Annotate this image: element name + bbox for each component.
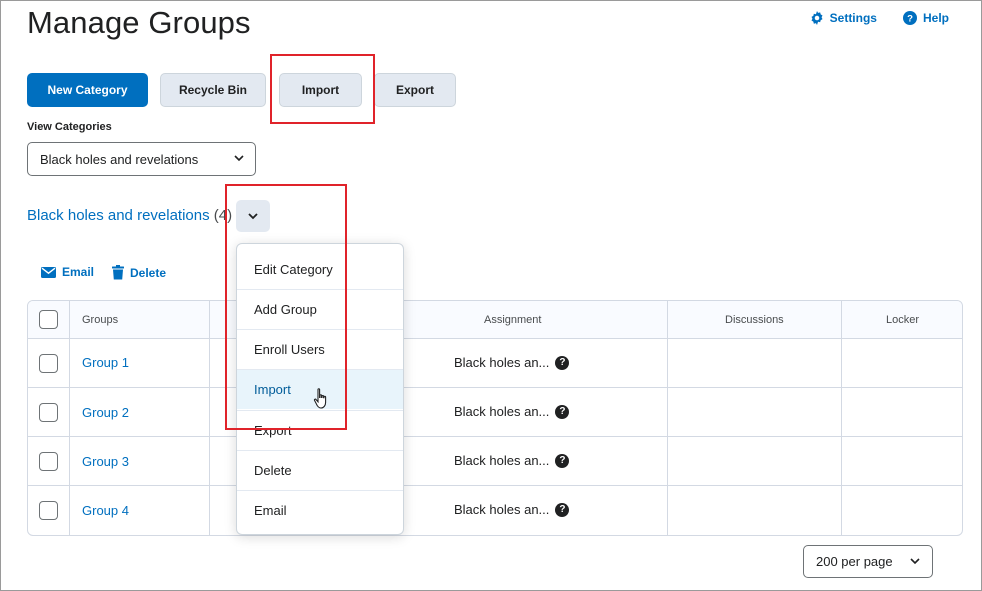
import-button[interactable]: Import [279,73,362,107]
column-header-assignment[interactable]: Assignment [484,301,541,339]
category-count: (4) [213,207,233,224]
category-heading[interactable]: Black holes and revelations (4) [27,207,232,224]
row-checkbox[interactable] [39,452,58,471]
select-all-checkbox[interactable] [39,310,58,329]
column-header-locker[interactable]: Locker [886,301,919,339]
chevron-down-icon [248,212,258,219]
view-categories-select[interactable]: Black holes and revelations [27,142,256,176]
assignment-cell: Black holes an... ? [454,355,570,370]
group-link[interactable]: Group 4 [82,503,129,518]
page-title: Manage Groups [27,5,251,40]
assignment-name: Black holes an... [454,404,550,419]
row-checkbox[interactable] [39,403,58,422]
assignment-cell: Black holes an... ? [454,502,570,517]
export-button[interactable]: Export [374,73,456,107]
table-row: Group 4 Black holes an... ? [28,486,962,535]
settings-link-label: Settings [829,11,877,25]
assignment-name: Black holes an... [454,355,550,370]
recycle-bin-button[interactable]: Recycle Bin [160,73,266,107]
category-menu-toggle[interactable] [236,200,270,232]
email-action[interactable]: Email [41,265,94,279]
hand-cursor-icon [313,388,327,409]
top-links: Settings ? Help [810,11,949,25]
assignment-name: Black holes an... [454,453,550,468]
menu-item-add-group[interactable]: Add Group [237,289,403,329]
trash-icon [112,265,124,280]
assignment-cell: Black holes an... ? [454,453,570,468]
settings-link[interactable]: Settings [810,11,877,25]
table-row: Group 3 Black holes an... ? [28,437,962,486]
envelope-icon [41,266,56,278]
help-circle-icon: ? [902,11,917,25]
email-action-label: Email [62,265,95,279]
view-categories-selected: Black holes and revelations [40,151,199,167]
menu-item-email[interactable]: Email [237,490,403,530]
menu-item-delete[interactable]: Delete [237,450,403,490]
table-row: Group 2 Black holes an... ? [28,388,962,437]
category-name: Black holes and revelations [27,207,210,224]
help-icon[interactable]: ? [555,502,570,517]
groups-table: Groups Assignment Discussions Locker Gro… [27,300,963,536]
help-icon[interactable]: ? [555,404,570,419]
group-link[interactable]: Group 2 [82,405,129,420]
table-row: Group 1 Black holes an... ? [28,339,962,388]
gear-icon [811,11,823,25]
table-header: Groups Assignment Discussions Locker [28,301,962,339]
new-category-button[interactable]: New Category [27,73,148,107]
group-link[interactable]: Group 3 [82,454,129,469]
menu-item-edit-category[interactable]: Edit Category [237,249,403,289]
view-categories-label: View Categories [27,121,112,133]
assignment-cell: Black holes an... ? [454,404,570,419]
column-header-discussions[interactable]: Discussions [725,301,784,339]
svg-text:?: ? [907,14,913,25]
group-link[interactable]: Group 1 [82,355,129,370]
help-link[interactable]: ? Help [902,11,949,25]
assignment-name: Black holes an... [454,502,550,517]
menu-item-enroll-users[interactable]: Enroll Users [237,329,403,369]
delete-action-label: Delete [130,265,167,280]
help-icon[interactable]: ? [555,355,570,370]
row-checkbox[interactable] [39,501,58,520]
delete-action[interactable]: Delete [112,265,166,280]
chevron-down-icon [910,558,920,565]
column-header-groups[interactable]: Groups [82,301,118,339]
menu-item-export[interactable]: Export [237,410,403,450]
per-page-select[interactable]: 200 per page [803,545,933,578]
help-link-label: Help [922,11,949,25]
per-page-value: 200 per page [816,554,893,569]
chevron-down-icon [234,155,244,162]
help-icon[interactable]: ? [555,453,570,468]
row-checkbox[interactable] [39,354,58,373]
